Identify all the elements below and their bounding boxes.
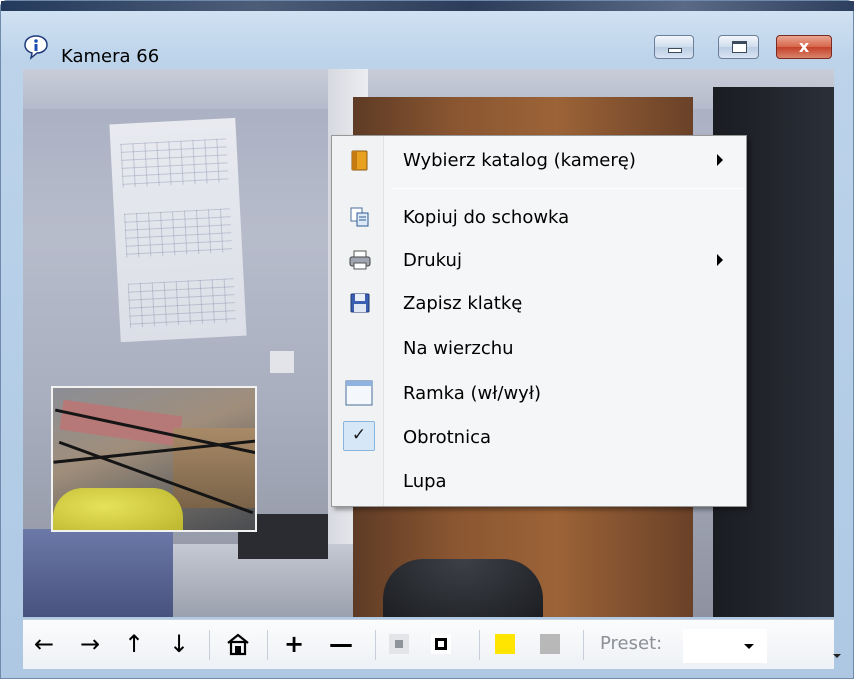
menu-item-label: Na wierzchu: [403, 338, 514, 359]
maximize-icon: [732, 41, 747, 53]
menu-item-label: Lupa: [403, 471, 447, 492]
home-position-button[interactable]: [221, 628, 255, 660]
info-bubble-icon: [24, 35, 48, 60]
copy-icon: [350, 207, 369, 227]
chevron-down-icon[interactable]: [744, 644, 754, 649]
menu-item-magnifier[interactable]: Lupa: [332, 461, 746, 501]
menu-item-save-frame[interactable]: Zapisz klatkę: [332, 283, 746, 323]
menu-item-always-on-top[interactable]: Na wierzchu: [332, 328, 746, 368]
close-button[interactable]: x: [776, 35, 832, 59]
zoom-in-button[interactable]: +: [279, 628, 309, 660]
home-icon: [227, 633, 249, 656]
close-icon: x: [798, 37, 810, 56]
menu-item-print[interactable]: Drukuj: [332, 240, 746, 280]
folder-icon: [351, 150, 368, 171]
maximize-button[interactable]: [718, 35, 759, 59]
menu-item-copy[interactable]: Kopiuj do schowka: [332, 197, 746, 237]
preset-dropdown[interactable]: [683, 629, 767, 663]
yellow-color-swatch[interactable]: [495, 634, 515, 654]
tilt-down-button[interactable]: ↓: [166, 628, 192, 660]
menu-item-frame-toggle[interactable]: Ramka (wł/wył): [332, 373, 746, 413]
toolbar-overflow-icon[interactable]: [833, 654, 841, 658]
menu-item-label: Drukuj: [403, 250, 462, 271]
menu-item-label: Obrotnica: [403, 427, 492, 448]
menu-item-label: Kopiuj do schowka: [403, 207, 570, 228]
window-frame-icon: [345, 380, 373, 406]
camera-toolbar: ← → ↑ ↓ + — Preset:: [23, 619, 841, 669]
menu-separator: [392, 188, 744, 189]
wall-calendar: [109, 117, 247, 343]
menu-item-label: Wybierz katalog (kamerę): [403, 150, 636, 171]
checkmark-icon: ✓: [351, 425, 367, 445]
gray-color-swatch[interactable]: [540, 634, 560, 654]
title-bar[interactable]: Kamera 66 x: [1, 11, 854, 69]
focus-near-button[interactable]: [389, 634, 409, 654]
checked-indicator: ✓: [343, 421, 375, 451]
menu-item-label: Zapisz klatkę: [403, 293, 523, 314]
context-menu: Wybierz katalog (kamerę) Kopiuj do schow…: [331, 135, 747, 507]
menu-item-select-folder[interactable]: Wybierz katalog (kamerę): [332, 140, 746, 180]
focus-far-button[interactable]: [431, 634, 451, 654]
desktop-strip: [1, 1, 854, 11]
preset-label: Preset:: [600, 633, 663, 654]
menu-item-turntable[interactable]: ✓ Obrotnica: [332, 417, 746, 457]
tilt-up-button[interactable]: ↑: [121, 628, 147, 660]
printer-icon: [349, 250, 371, 270]
zoom-out-button[interactable]: —: [323, 628, 359, 660]
pan-right-button[interactable]: →: [75, 628, 105, 660]
floppy-disk-icon: [350, 293, 370, 313]
window-title: Kamera 66: [61, 46, 160, 67]
submenu-arrow-icon: [717, 254, 723, 266]
camera-window: Kamera 66 x Wybierz katalog (kamerę) Kop…: [0, 0, 854, 679]
submenu-arrow-icon: [717, 154, 723, 166]
magnifier-preview[interactable]: [51, 386, 257, 532]
minimize-icon: [668, 48, 682, 53]
minimize-button[interactable]: [654, 35, 694, 59]
pan-left-button[interactable]: ←: [29, 628, 59, 660]
menu-item-label: Ramka (wł/wył): [403, 383, 541, 404]
